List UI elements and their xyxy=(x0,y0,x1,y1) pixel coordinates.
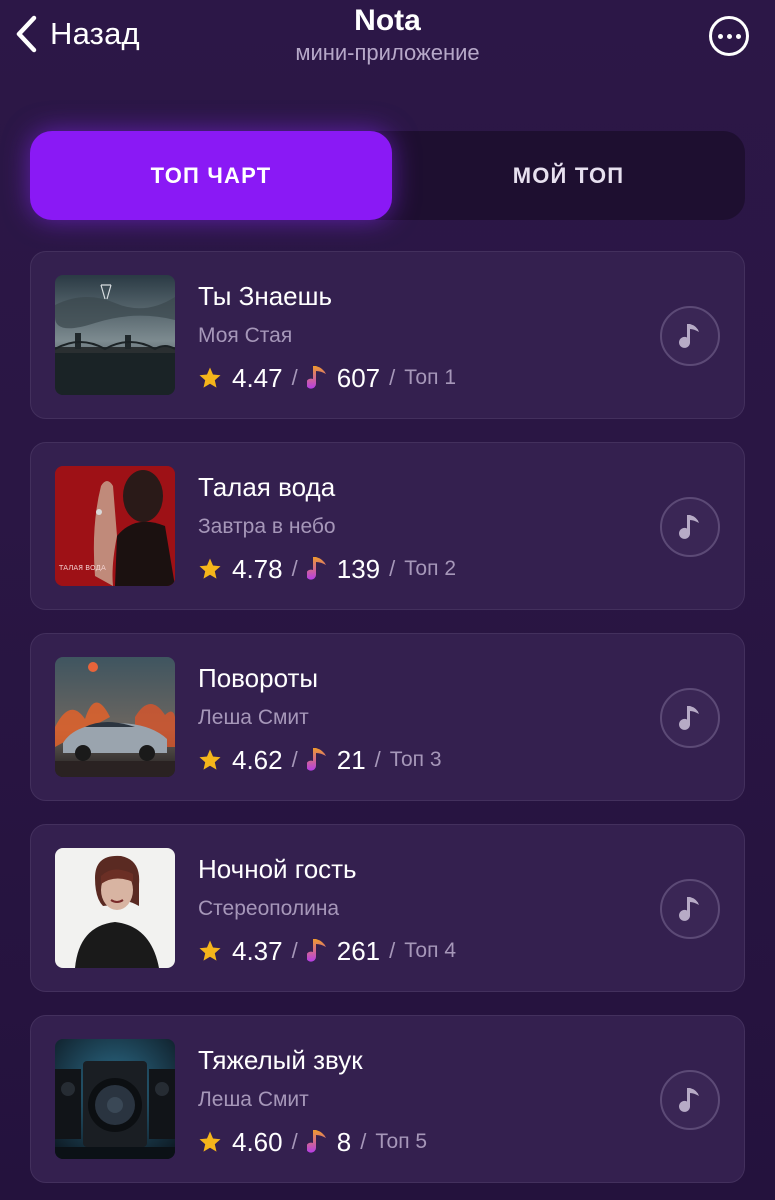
rating-value: 4.47 xyxy=(232,362,283,393)
album-cover xyxy=(55,848,175,968)
separator: / xyxy=(291,365,298,390)
album-cover xyxy=(55,657,175,777)
track-card[interactable]: Повороты Леша Смит 4.62 / 21 / Топ 3 xyxy=(30,633,745,801)
separator: / xyxy=(389,365,396,390)
track-stats: 4.60 / 8 / Топ 5 xyxy=(198,1126,427,1158)
track-title: Ты Знаешь xyxy=(198,281,333,311)
star-icon xyxy=(199,749,221,770)
top-bar: Назад Nota мини-приложение xyxy=(0,0,775,90)
track-title: Повороты xyxy=(198,663,319,693)
rating-value: 4.78 xyxy=(232,553,283,584)
album-cover xyxy=(55,1039,175,1159)
title-block: Nota мини-приложение xyxy=(0,3,775,67)
track-stats: 4.47 / 607 / Топ 1 xyxy=(198,362,456,394)
plays-count: 261 xyxy=(336,935,381,966)
music-note-icon xyxy=(679,1088,699,1112)
listen-button[interactable] xyxy=(660,688,720,748)
track-stats: 4.78 / 139 / Топ 2 xyxy=(198,553,456,585)
tab-my-top[interactable]: МОЙ ТОП xyxy=(392,131,745,220)
plays-count: 607 xyxy=(336,362,381,393)
music-note-icon xyxy=(679,706,699,730)
music-note-icon xyxy=(306,939,326,962)
album-cover xyxy=(55,275,175,395)
star-icon xyxy=(199,558,221,579)
track-stats: 4.62 / 21 / Топ 3 xyxy=(198,744,442,776)
rank-label: Топ 1 xyxy=(404,366,457,389)
track-title: Талая вода xyxy=(198,472,336,502)
track-artist: Моя Стая xyxy=(198,324,293,347)
track-artist: Стереополина xyxy=(198,897,340,920)
separator: / xyxy=(389,938,396,963)
plays-count: 139 xyxy=(336,553,381,584)
track-artist: Завтра в небо xyxy=(198,515,336,538)
speaker-cover xyxy=(55,1039,175,1159)
music-note-icon xyxy=(306,557,326,580)
app-subtitle: мини-приложение xyxy=(295,40,480,65)
star-icon xyxy=(199,940,221,961)
rank-label: Топ 5 xyxy=(375,1130,428,1153)
separator: / xyxy=(291,1129,298,1154)
track-card[interactable]: Тяжелый звук Леша Смит 4.60 / 8 / Топ 5 xyxy=(30,1015,745,1183)
star-icon xyxy=(199,367,221,388)
rank-label: Топ 4 xyxy=(404,939,457,962)
album-cover: ТАЛАЯ ВОДА xyxy=(55,466,175,586)
star-icon xyxy=(199,1131,221,1152)
track-title: Ночной гость xyxy=(198,854,357,884)
rating-value: 4.37 xyxy=(232,935,283,966)
listen-button[interactable] xyxy=(660,879,720,939)
red-portrait-cover: ТАЛАЯ ВОДА xyxy=(55,466,175,586)
dot xyxy=(726,33,732,39)
listen-button[interactable] xyxy=(660,1070,720,1130)
music-note-icon xyxy=(306,1130,326,1153)
track-artist: Леша Смит xyxy=(198,706,309,729)
track-stats: 4.37 / 261 / Топ 4 xyxy=(198,935,456,967)
music-note-icon xyxy=(679,515,699,539)
burning-car-cover xyxy=(55,657,175,777)
listen-button[interactable] xyxy=(660,497,720,557)
music-note-icon xyxy=(306,748,326,771)
track-card[interactable]: ТАЛАЯ ВОДА Талая вода Завтра в небо 4.78… xyxy=(30,442,745,610)
cover-text: ТАЛАЯ ВОДА xyxy=(58,564,106,572)
rank-label: Топ 3 xyxy=(389,748,442,771)
bridge-city-cover xyxy=(55,275,175,395)
chart-tabs: ТОП ЧАРТ МОЙ ТОП xyxy=(30,131,745,220)
separator: / xyxy=(291,747,298,772)
separator: / xyxy=(291,556,298,581)
separator: / xyxy=(374,747,381,772)
track-title: Тяжелый звук xyxy=(198,1045,363,1075)
more-dots-icon xyxy=(717,33,723,39)
music-note-icon xyxy=(679,324,699,348)
track-artist: Леша Смит xyxy=(198,1088,309,1111)
track-card[interactable]: Ночной гость Стереополина 4.37 / 261 / Т… xyxy=(30,824,745,992)
rating-value: 4.62 xyxy=(232,744,283,775)
separator: / xyxy=(389,556,396,581)
rank-label: Топ 2 xyxy=(404,557,457,580)
separator: / xyxy=(360,1129,367,1154)
tab-top-chart[interactable]: ТОП ЧАРТ xyxy=(30,131,392,220)
rating-value: 4.60 xyxy=(232,1126,283,1157)
app-title: Nota xyxy=(354,4,421,37)
dot xyxy=(735,33,741,39)
music-note-icon xyxy=(679,897,699,921)
music-note-icon xyxy=(306,366,326,389)
track-card[interactable]: Ты Знаешь Моя Стая 4.47 / 607 / Топ 1 xyxy=(30,251,745,419)
plays-count: 21 xyxy=(336,744,366,775)
separator: / xyxy=(291,938,298,963)
woman-portrait-cover xyxy=(55,848,175,968)
plays-count: 8 xyxy=(336,1126,352,1157)
more-menu-button[interactable] xyxy=(709,16,749,56)
listen-button[interactable] xyxy=(660,306,720,366)
